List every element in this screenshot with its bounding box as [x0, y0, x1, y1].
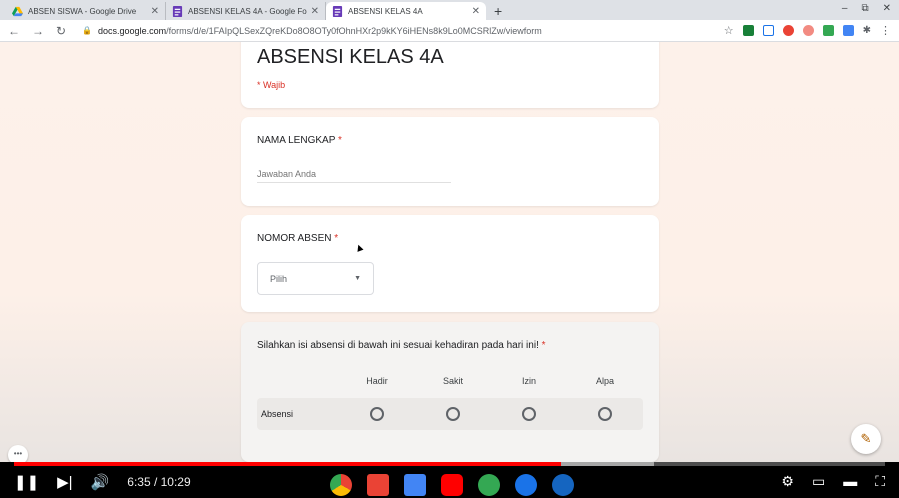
- tab-forms-view[interactable]: ABSENSI KELAS 4A ✕: [326, 2, 486, 20]
- youtube-icon[interactable]: [441, 474, 463, 496]
- volume-icon[interactable]: 🔊: [91, 473, 110, 491]
- extension-icon[interactable]: [842, 25, 854, 36]
- new-tab-button[interactable]: +: [494, 2, 502, 20]
- next-icon[interactable]: ▶|: [57, 473, 72, 491]
- question-nomor: NOMOR ABSEN * Pilih ▼: [241, 215, 659, 312]
- browser-tab-bar: ABSEN SISWA - Google Drive ✕ ABSENSI KEL…: [0, 0, 899, 20]
- extension-icon[interactable]: [822, 25, 834, 36]
- extension-icon[interactable]: [742, 25, 754, 36]
- fullscreen-icon[interactable]: ⛶: [875, 473, 885, 490]
- edit-pencil-icon[interactable]: ✎: [851, 424, 881, 454]
- close-icon[interactable]: ✕: [151, 6, 159, 17]
- miniplayer-icon[interactable]: ▭: [812, 473, 825, 490]
- question-absensi-grid: Silahkan isi absensi di bawah ini sesuai…: [241, 322, 659, 462]
- grid-row-absensi: Absensi: [257, 398, 643, 430]
- files-icon[interactable]: [515, 474, 537, 496]
- question-label: NAMA LENGKAP *: [257, 135, 342, 146]
- puzzle-icon[interactable]: ✱: [863, 25, 871, 36]
- video-time: 6:35 / 10:29: [127, 475, 191, 489]
- extension-icon[interactable]: [782, 25, 794, 36]
- address-bar[interactable]: 🔒 docs.google.com/forms/d/e/1FAIpQLSexZQ…: [82, 22, 716, 40]
- chrome-icon[interactable]: [330, 474, 352, 496]
- google-drive-icon: [12, 6, 23, 16]
- radio-alpa[interactable]: [598, 407, 612, 421]
- form-header-card: ABSENSI KELAS 4A * Wajib: [241, 42, 659, 108]
- column-header-izin: Izin: [521, 376, 536, 386]
- page-content: ABSENSI KELAS 4A * Wajib NAMA LENGKAP * …: [0, 42, 899, 462]
- docs-icon[interactable]: [404, 474, 426, 496]
- settings-gear-icon[interactable]: ⚙: [781, 473, 794, 490]
- pause-icon[interactable]: ❚❚: [14, 473, 39, 491]
- column-header-sakit: Sakit: [442, 376, 463, 386]
- star-icon[interactable]: ☆: [724, 24, 734, 37]
- dropdown-arrow-icon: ▼: [354, 275, 361, 282]
- select-value: Pilih: [270, 273, 288, 284]
- menu-dots-icon[interactable]: ⋮: [880, 24, 891, 37]
- minimize-icon[interactable]: –: [842, 3, 848, 14]
- column-header-hadir: Hadir: [366, 376, 388, 386]
- close-window-icon[interactable]: ✕: [883, 3, 891, 14]
- url-path: /forms/d/e/1FAIpQLSexZQreKDo8O8OTy0fOhnH…: [166, 25, 542, 36]
- tab-title: ABSEN SISWA - Google Drive: [28, 6, 137, 16]
- forward-arrow-icon[interactable]: →: [32, 24, 44, 38]
- app-icon[interactable]: [552, 474, 574, 496]
- extension-icon[interactable]: [762, 25, 774, 36]
- tab-drive[interactable]: ABSEN SISWA - Google Drive ✕: [6, 2, 166, 20]
- row-label: Absensi: [261, 409, 294, 419]
- radio-hadir[interactable]: [370, 407, 384, 421]
- url-host: docs.google.com: [98, 25, 167, 36]
- restore-icon[interactable]: ⧉: [861, 3, 868, 14]
- close-icon[interactable]: ✕: [472, 6, 480, 17]
- os-shelf: [330, 474, 574, 496]
- player-right-controls: ⚙ ▭ ▬ ⛶: [781, 473, 885, 490]
- required-note: * Wajib: [257, 80, 286, 90]
- google-forms-icon: [332, 5, 343, 17]
- gmail-icon[interactable]: [367, 474, 389, 496]
- form-title: ABSENSI KELAS 4A: [257, 46, 444, 68]
- more-options-button[interactable]: •••: [8, 445, 28, 462]
- radio-sakit[interactable]: [446, 407, 460, 421]
- extension-icons: ☆ ✱ ⋮: [724, 24, 891, 37]
- nomor-absen-select[interactable]: Pilih ▼: [257, 262, 374, 295]
- close-icon[interactable]: ✕: [311, 6, 319, 17]
- question-nama: NAMA LENGKAP *: [241, 117, 659, 206]
- google-forms-icon: [172, 5, 183, 17]
- play-store-icon[interactable]: [478, 474, 500, 496]
- tab-title: ABSENSI KELAS 4A - Google Fo: [188, 6, 307, 16]
- tab-forms-edit[interactable]: ABSENSI KELAS 4A - Google Fo ✕: [166, 2, 326, 20]
- extension-icon[interactable]: [802, 25, 814, 36]
- question-label: Silahkan isi absensi di bawah ini sesuai…: [257, 340, 546, 351]
- theater-icon[interactable]: ▬: [843, 473, 857, 490]
- tab-title: ABSENSI KELAS 4A: [348, 6, 423, 16]
- window-controls: – ⧉ ✕: [842, 3, 891, 14]
- back-arrow-icon[interactable]: ←: [8, 24, 20, 38]
- lock-icon: 🔒: [82, 26, 93, 35]
- browser-toolbar: ← → ↻ 🔒 docs.google.com/forms/d/e/1FAIpQ…: [0, 20, 899, 42]
- radio-izin[interactable]: [522, 407, 536, 421]
- column-header-alpa: Alpa: [595, 376, 614, 386]
- reload-icon[interactable]: ↻: [56, 24, 66, 38]
- question-label: NOMOR ABSEN *: [257, 233, 339, 244]
- nama-input[interactable]: [257, 169, 451, 183]
